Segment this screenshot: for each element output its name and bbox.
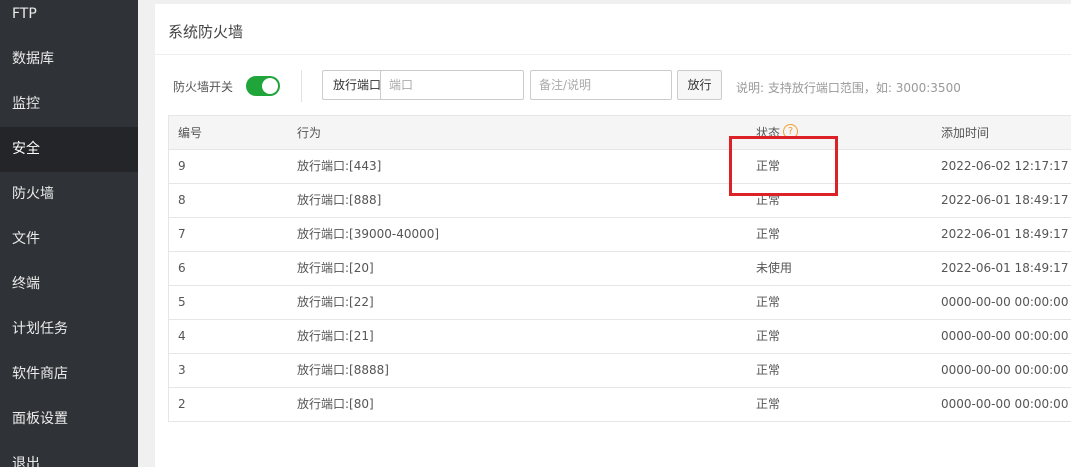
cell-status: 正常	[756, 397, 781, 411]
toolbar-divider	[301, 70, 302, 102]
cell-status: 正常	[756, 329, 781, 343]
cell-action: 放行端口:[80]	[297, 397, 374, 411]
cell-added: 0000-00-00 00:00:00	[941, 397, 1069, 411]
cell-action: 放行端口:[39000-40000]	[297, 227, 440, 241]
table-row: 9 放行端口:[443] 正常 2022-06-02 12:17:17	[169, 150, 1071, 184]
main-panel: 系统防火墙 防火墙开关 放行端口 ▼ 放行 说明: 支持放行端口范围，如: 30…	[155, 4, 1071, 467]
cell-id: 9	[178, 159, 186, 173]
cell-action: 放行端口:[22]	[297, 295, 374, 309]
sidebar-item[interactable]: 终端	[0, 262, 138, 307]
firewall-switch-label: 防火墙开关	[173, 80, 234, 94]
firewall-toggle[interactable]	[246, 76, 280, 96]
cell-id: 2	[178, 397, 186, 411]
hint-text: 说明: 支持放行端口范围，如: 3000:3500	[736, 81, 961, 95]
sidebar: FTP 数据库 监控 安全 防火墙 文件 终端 计划任务 软件商店 面板设置 退出	[0, 0, 138, 467]
rule-type-value: 放行端口	[333, 78, 382, 92]
table-row: 2 放行端口:[80] 正常 0000-00-00 00:00:00	[169, 388, 1071, 422]
table-row: 3 放行端口:[8888] 正常 0000-00-00 00:00:00	[169, 354, 1071, 388]
table-row: 4 放行端口:[21] 正常 0000-00-00 00:00:00	[169, 320, 1071, 354]
cell-added: 2022-06-01 18:49:17	[941, 227, 1069, 241]
sidebar-item[interactable]: FTP	[0, 0, 138, 37]
cell-id: 3	[178, 363, 186, 377]
cell-status: 正常	[756, 227, 781, 241]
cell-id: 5	[178, 295, 186, 309]
sidebar-item[interactable]: 安全	[0, 127, 138, 172]
allow-button[interactable]: 放行	[677, 70, 722, 100]
cell-action: 放行端口:[20]	[297, 261, 374, 275]
table-row: 6 放行端口:[20] 未使用 2022-06-01 18:49:17	[169, 252, 1071, 286]
cell-status: 未使用	[756, 261, 793, 275]
sidebar-item[interactable]: 面板设置	[0, 397, 138, 442]
table-row: 5 放行端口:[22] 正常 0000-00-00 00:00:00	[169, 286, 1071, 320]
table-row: 7 放行端口:[39000-40000] 正常 2022-06-01 18:49:17	[169, 218, 1071, 252]
table-row: 8 放行端口:[888] 正常 2022-06-01 18:49:17	[169, 184, 1071, 218]
highlight-annotation-box	[729, 136, 838, 196]
table-header: 编号 行为 状态? 添加时间	[169, 115, 1071, 150]
cell-action: 放行端口:[21]	[297, 329, 374, 343]
cell-status: 正常	[756, 363, 781, 377]
cell-added: 2022-06-01 18:49:17	[941, 261, 1069, 275]
title-bar: 系统防火墙	[155, 4, 1071, 55]
header-added: 添加时间	[941, 126, 990, 140]
firewall-table: 编号 行为 状态? 添加时间 9 放行端口:[443] 正常 2022-06-02 1…	[168, 115, 1071, 422]
cell-added: 0000-00-00 00:00:00	[941, 363, 1069, 377]
cell-action: 放行端口:[443]	[297, 159, 382, 173]
sidebar-item[interactable]: 监控	[0, 82, 138, 127]
cell-id: 4	[178, 329, 186, 343]
sidebar-item[interactable]: 防火墙	[0, 172, 138, 217]
toggle-knob	[262, 78, 278, 94]
cell-added: 2022-06-01 18:49:17	[941, 193, 1069, 207]
port-input[interactable]	[380, 70, 524, 100]
cell-id: 6	[178, 261, 186, 275]
cell-added: 0000-00-00 00:00:00	[941, 329, 1069, 343]
cell-added: 2022-06-02 12:17:17	[941, 159, 1069, 173]
cell-id: 7	[178, 227, 186, 241]
cell-action: 放行端口:[888]	[297, 193, 382, 207]
cell-id: 8	[178, 193, 186, 207]
page-title: 系统防火墙	[168, 23, 244, 41]
sidebar-item[interactable]: 计划任务	[0, 307, 138, 352]
sidebar-item[interactable]: 数据库	[0, 37, 138, 82]
cell-status: 正常	[756, 295, 781, 309]
sidebar-item[interactable]: 退出	[0, 442, 138, 467]
sidebar-item[interactable]: 软件商店	[0, 352, 138, 397]
header-id: 编号	[178, 126, 203, 140]
header-action: 行为	[297, 126, 322, 140]
sidebar-item[interactable]: 文件	[0, 217, 138, 262]
cell-action: 放行端口:[8888]	[297, 363, 389, 377]
cell-added: 0000-00-00 00:00:00	[941, 295, 1069, 309]
note-input[interactable]	[530, 70, 672, 100]
